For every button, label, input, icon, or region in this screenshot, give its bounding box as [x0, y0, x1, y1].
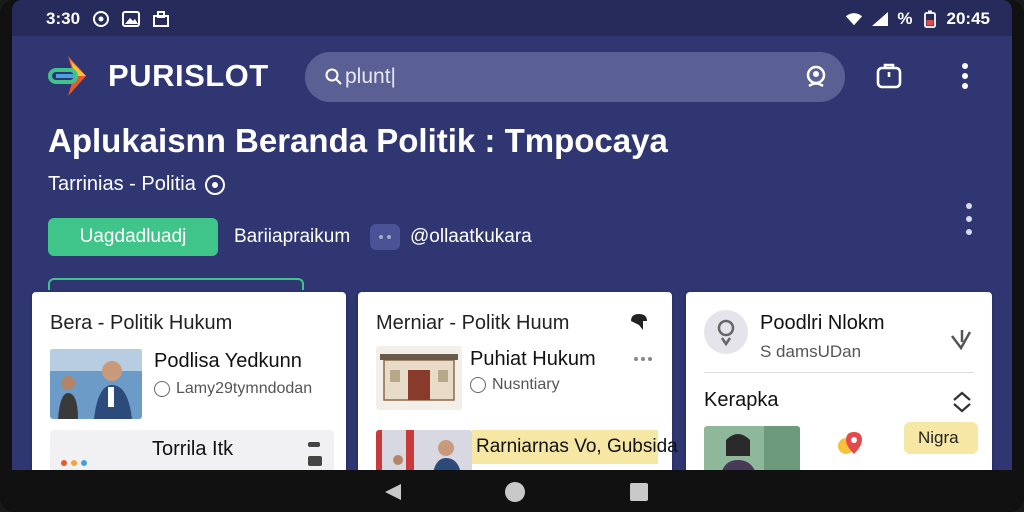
- location-pin-icon[interactable]: [834, 430, 866, 467]
- sync-icon: [92, 10, 110, 28]
- overflow-menu-icon[interactable]: [958, 61, 972, 91]
- home-icon[interactable]: [505, 482, 525, 502]
- page-subtitle-text: Tarrinias - Politia: [48, 173, 196, 195]
- status-time-right: 20:45: [946, 9, 990, 28]
- category-link[interactable]: Bariiapraikum: [234, 226, 350, 248]
- device-frame: 3:30 % 20:45 PURISLOT plunt| Aplukaisnn …: [0, 0, 1024, 512]
- account-handle[interactable]: @ollaatkukara: [410, 226, 532, 248]
- clock-icon: [154, 381, 170, 397]
- source-name[interactable]: Poodlri Nlokm: [760, 312, 884, 335]
- news-subrow-title[interactable]: Torrila Itk: [152, 438, 233, 461]
- bookmark-icon[interactable]: [628, 312, 650, 339]
- store-icon: [152, 10, 170, 28]
- back-icon[interactable]: [383, 482, 403, 502]
- news-subrow[interactable]: Torrila Itk: [50, 430, 334, 470]
- page-title: Aplukaisnn Beranda Politik : Tmpocaya: [48, 122, 668, 159]
- news-thumbnail[interactable]: [704, 426, 800, 470]
- news-item-meta: Nusntiary: [470, 376, 560, 394]
- search-bar[interactable]: plunt|: [305, 52, 845, 102]
- share-icon[interactable]: [306, 440, 324, 470]
- help-icon[interactable]: [204, 174, 226, 196]
- system-nav-bar: [0, 470, 1024, 512]
- news-item-title[interactable]: Puhiat Hukum: [470, 348, 596, 371]
- app-bar: PURISLOT plunt|: [12, 36, 1012, 116]
- brand-logo-icon[interactable]: [46, 54, 94, 98]
- news-thumbnail[interactable]: [376, 430, 472, 470]
- tag-badge-label: Nigra: [918, 428, 959, 447]
- highlight-banner-title[interactable]: Rarniarnas Vo, Gubsida: [476, 436, 678, 458]
- source-subtitle: S damsUDan: [760, 342, 862, 361]
- card-title: Merniar - Politk Huum: [376, 312, 570, 334]
- voice-search-icon[interactable]: [803, 64, 829, 90]
- sort-icon[interactable]: [950, 390, 974, 419]
- section-title: Kerapka: [704, 389, 779, 411]
- divider: [704, 372, 974, 373]
- brand-name: PURISLOT: [108, 58, 269, 93]
- card-title: Bera - Politik Hukum: [50, 312, 233, 334]
- status-left: 3:30: [46, 9, 170, 29]
- status-time-left: 3:30: [46, 9, 81, 28]
- hero-overflow-icon[interactable]: [962, 200, 976, 240]
- highlight-banner[interactable]: Rarniarnas Vo, Gubsida: [472, 430, 678, 464]
- primary-action-button[interactable]: Uagdadluadj: [48, 218, 218, 256]
- signal-icon: [871, 10, 889, 28]
- news-card-1[interactable]: Bera - Politik Hukum Podlisa Yedkunn Lam…: [32, 292, 346, 470]
- account-chip-icon[interactable]: [370, 224, 400, 250]
- app-screen: 3:30 % 20:45 PURISLOT plunt| Aplukaisnn …: [12, 0, 1012, 470]
- search-icon: [323, 66, 345, 88]
- battery-percent-label: %: [897, 9, 913, 28]
- news-card-2[interactable]: Merniar - Politk Huum Puhiat Hukum Nusnt…: [358, 292, 678, 470]
- active-tab-indicator: [48, 278, 304, 290]
- news-item-meta: Lamy29tymndodan: [154, 380, 312, 398]
- wifi-icon: [845, 10, 863, 28]
- dots-icon: [60, 454, 88, 470]
- news-card-3[interactable]: Poodlri Nlokm S damsUDan Kerapka Nigra: [686, 292, 992, 470]
- news-thumbnail[interactable]: [50, 349, 142, 419]
- news-item-meta-text: Nusntiary: [492, 376, 560, 393]
- news-item-title[interactable]: Podlisa Yedkunn: [154, 350, 302, 373]
- saved-items-icon[interactable]: [874, 61, 904, 91]
- tag-badge[interactable]: Nigra: [904, 422, 978, 454]
- news-thumbnail[interactable]: [376, 346, 462, 410]
- expand-icon[interactable]: [948, 326, 974, 357]
- image-icon: [122, 10, 141, 28]
- news-item-meta-text: Lamy29tymndodan: [176, 380, 313, 397]
- page-subtitle: Tarrinias - Politia: [48, 173, 226, 196]
- avatar[interactable]: [704, 310, 748, 359]
- clock-icon: [470, 377, 486, 393]
- search-input[interactable]: plunt|: [345, 65, 396, 89]
- battery-icon: [921, 10, 939, 28]
- status-right: % 20:45: [845, 9, 990, 29]
- recents-icon[interactable]: [630, 483, 648, 501]
- status-bar: 3:30 % 20:45: [12, 0, 1012, 36]
- more-options-icon[interactable]: [632, 352, 654, 371]
